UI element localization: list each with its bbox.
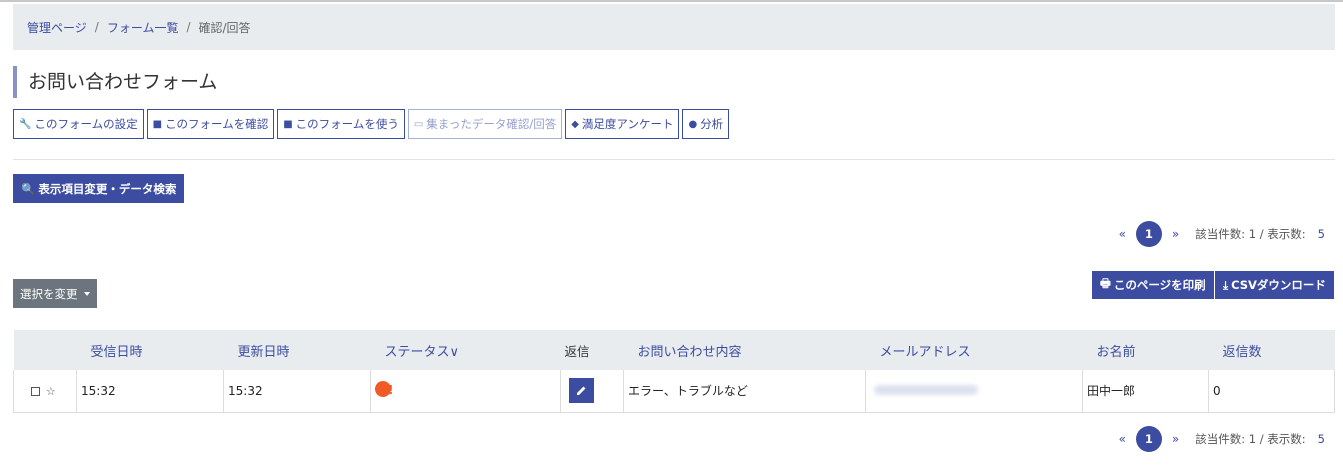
header-email[interactable]: メールアドレス [866, 330, 1083, 370]
status-clock-alert-icon[interactable]: ! [375, 380, 393, 398]
pagination-page-1[interactable]: 1 [1135, 221, 1162, 247]
csv-download-button[interactable]: ⤓ CSVダウンロード [1215, 271, 1334, 299]
csv-download-label: CSVダウンロード [1231, 278, 1326, 292]
content-cell: エラー、トラブルなど [623, 370, 866, 412]
email-cell [865, 370, 1083, 412]
header-received[interactable]: 受信日時 [77, 330, 224, 370]
pagination-prev[interactable]: « [1115, 227, 1130, 241]
analysis-button[interactable]: ● 分析 [682, 109, 730, 139]
pagination-prev[interactable]: « [1115, 432, 1130, 446]
row-checkbox[interactable] [31, 386, 40, 396]
layers-icon: ◆ [571, 118, 579, 130]
table-row[interactable]: ☆ 15:32 15:32 ! エラー、トラブルなど 田中一郎 0 [13, 370, 1335, 412]
received-cell: 15:32 [76, 370, 224, 412]
breadcrumb-admin-link[interactable]: 管理ページ [27, 19, 87, 36]
edit-reply-button[interactable] [569, 378, 594, 404]
header-status[interactable]: ステータス∨ [371, 330, 561, 370]
survey-label: 満足度アンケート [581, 117, 674, 131]
header-updated[interactable]: 更新日時 [224, 330, 371, 370]
print-page-button[interactable]: 🖶 このページを印刷 [1092, 271, 1214, 299]
survey-button[interactable]: ◆ 満足度アンケート [565, 109, 680, 139]
select-cell: ☆ [13, 370, 77, 412]
pagination-bottom: « 1 » 該当件数: 1 / 表示数: 5 [1115, 426, 1325, 452]
name-cell: 田中一郎 [1082, 370, 1209, 412]
select-change-dropdown[interactable]: 選択を変更 [13, 279, 97, 308]
collected-data-label: 集まったデータ確認/回答 [426, 117, 557, 131]
responses-table: 受信日時 更新日時 ステータス∨ 返信 お問い合わせ内容 メールアドレス お名前… [13, 330, 1335, 413]
collected-data-button[interactable]: ▭ 集まったデータ確認/回答 [407, 109, 563, 139]
reply-count-cell: 0 [1208, 370, 1335, 412]
comment-icon: ▭ [413, 118, 424, 130]
star-icon[interactable]: ☆ [46, 385, 56, 398]
print-page-label: このページを印刷 [1113, 278, 1206, 292]
header-select [14, 330, 77, 370]
form-settings-button[interactable]: 🔧 このフォームの設定 [13, 109, 144, 139]
form-confirm-label: このフォームを確認 [165, 117, 269, 131]
wrench-icon: 🔧 [19, 118, 32, 130]
per-page-value[interactable]: 5 [1318, 227, 1325, 241]
search-icon: 🔍 [21, 181, 36, 196]
display-search-button[interactable]: 🔍 表示項目変更・データ検索 [13, 174, 185, 203]
pagination-page-1[interactable]: 1 [1135, 426, 1162, 452]
form-action-bar: 🔧 このフォームの設定 ■ このフォームを確認 ■ このフォームを使う ▭ 集ま… [13, 109, 730, 139]
blurred-email [874, 384, 978, 395]
divider [13, 159, 1335, 160]
table-header-row: 受信日時 更新日時 ステータス∨ 返信 お問い合わせ内容 メールアドレス お名前… [13, 330, 1335, 370]
breadcrumb-form-list-link[interactable]: フォーム一覧 [107, 19, 179, 36]
breadcrumb-separator: / [94, 20, 99, 34]
per-page-value[interactable]: 5 [1318, 432, 1325, 446]
result-count-text: 該当件数: 1 / 表示数: [1195, 432, 1306, 446]
reply-cell [560, 370, 624, 412]
form-use-button[interactable]: ■ このフォームを使う [277, 109, 405, 139]
form-use-label: このフォームを使う [295, 117, 399, 131]
result-count-text: 該当件数: 1 / 表示数: [1195, 227, 1306, 241]
printer-icon: 🖶 [1100, 275, 1111, 290]
pagination-next[interactable]: » [1168, 432, 1183, 446]
form-settings-label: このフォームの設定 [34, 117, 138, 131]
header-content[interactable]: お問い合わせ内容 [624, 330, 866, 370]
breadcrumb-separator: / [186, 20, 191, 34]
analysis-label: 分析 [700, 117, 724, 131]
page-title: お問い合わせフォーム [13, 66, 217, 98]
updated-cell: 15:32 [223, 370, 371, 412]
breadcrumb-current: 確認/回答 [198, 20, 251, 35]
caret-down-icon [83, 291, 90, 296]
header-reply: 返信 [564, 343, 590, 359]
document-icon: ■ [152, 118, 163, 130]
display-search-label: 表示項目変更・データ検索 [38, 181, 177, 196]
breadcrumb: 管理ページ / フォーム一覧 / 確認/回答 [13, 4, 1335, 50]
pie-chart-icon: ● [688, 118, 698, 130]
pencil-icon [577, 386, 586, 396]
select-change-label: 選択を変更 [20, 286, 78, 301]
form-confirm-button[interactable]: ■ このフォームを確認 [146, 109, 275, 139]
status-cell: ! [370, 370, 561, 412]
header-name[interactable]: お名前 [1083, 330, 1209, 370]
download-icon: ⤓ [1223, 277, 1229, 292]
document-icon: ■ [283, 118, 293, 130]
pagination-next[interactable]: » [1168, 227, 1183, 241]
pagination-top: « 1 » 該当件数: 1 / 表示数: 5 [1115, 221, 1325, 247]
header-reply-count[interactable]: 返信数 [1209, 330, 1335, 370]
